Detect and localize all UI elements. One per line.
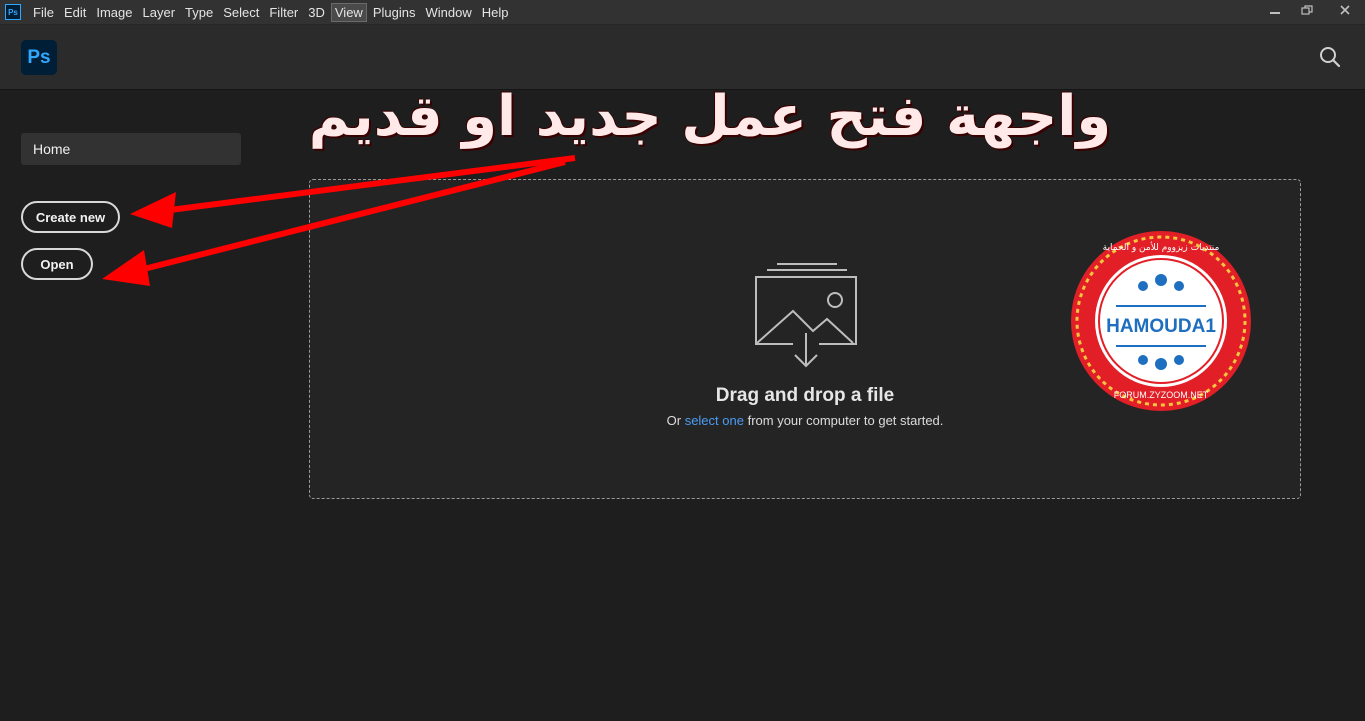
search-icon [1320,47,1341,68]
menu-image[interactable]: Image [92,3,136,22]
search-button[interactable] [1319,46,1341,68]
stamp-center-text: HAMOUDA1 [1106,316,1216,337]
menu-type[interactable]: Type [181,3,217,22]
menu-layer[interactable]: Layer [139,3,180,22]
stamp-top-text: منتديات زيزووم للأمن و الحماية [1103,241,1220,253]
window-controls [1257,0,1365,24]
open-button[interactable]: Open [21,248,93,280]
menu-plugins[interactable]: Plugins [369,3,420,22]
minimize-button[interactable] [1261,0,1289,20]
close-icon [1340,5,1350,15]
photoshop-logo[interactable]: Ps [21,40,57,75]
menu-file[interactable]: File [29,3,58,22]
restore-icon [1301,5,1313,15]
close-button[interactable] [1325,0,1365,20]
annotation-title: واجهة فتح عمل جديد او قديم [308,84,1112,149]
photoshop-app-icon: Ps [5,4,21,20]
drop-zone-sub-after: from your computer to get started. [747,413,944,428]
select-file-link[interactable]: select one [685,413,744,428]
restore-button[interactable] [1293,0,1321,20]
create-new-button[interactable]: Create new [21,201,120,233]
stamp-bottom-text: FORUM.ZYZOOM.NET [1114,390,1209,400]
minimize-icon [1270,12,1280,14]
menu-bar: Ps File Edit Image Layer Type Select Fil… [0,0,1365,25]
menu-help[interactable]: Help [478,3,513,22]
menu-3d[interactable]: 3D [304,3,329,22]
drop-zone-subtitle: Or select one from your computer to get … [310,413,1300,428]
menu-select[interactable]: Select [219,3,263,22]
image-download-icon [755,263,857,368]
sidebar-item-home[interactable]: Home [21,133,241,165]
drop-zone-sub-before: Or [666,413,682,428]
menu-view[interactable]: View [330,2,367,22]
watermark-stamp: HAMOUDA1 FORUM.ZYZOOM.NET منتديات زيزووم… [1071,231,1251,411]
menu-edit[interactable]: Edit [60,3,90,22]
menu-filter[interactable]: Filter [265,3,302,22]
menu-window[interactable]: Window [421,3,475,22]
